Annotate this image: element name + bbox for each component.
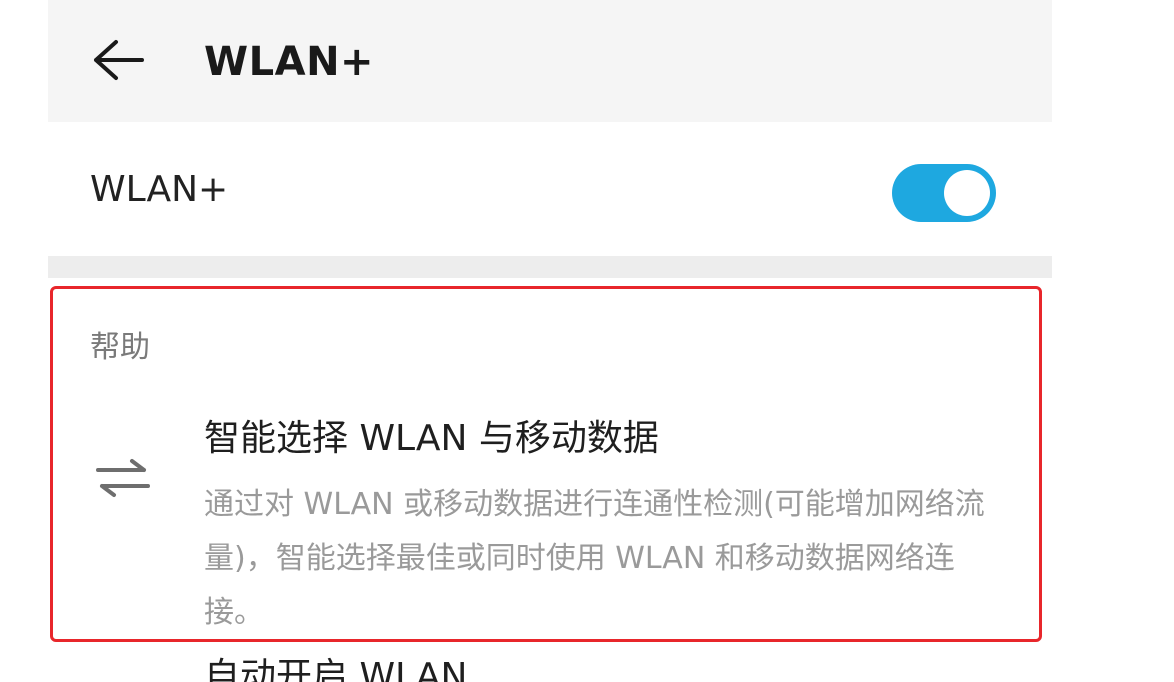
smart-select-help-item[interactable]: 智能选择 WLAN 与移动数据 通过对 WLAN 或移动数据进行连通性检测(可能… — [48, 400, 1052, 630]
wlan-plus-switch[interactable] — [892, 164, 996, 222]
swap-arrows-icon — [92, 456, 154, 500]
settings-screen: WLAN+ WLAN+ 帮助 智能选择 WLAN 与移动数据 通过对 WLAN … — [48, 0, 1052, 682]
wlan-plus-label: WLAN+ — [90, 169, 229, 210]
back-button[interactable] — [88, 32, 148, 92]
switch-knob — [944, 170, 990, 216]
app-bar: WLAN+ — [48, 0, 1052, 122]
auto-enable-wlan-item[interactable]: 自动开启 WLAN — [204, 654, 467, 682]
help-section-header: 帮助 — [90, 330, 150, 365]
help-item-description: 通过对 WLAN 或移动数据进行连通性检测(可能增加网络流量)，智能选择最佳或同… — [204, 487, 985, 630]
section-divider — [48, 256, 1052, 278]
help-item-title: 智能选择 WLAN 与移动数据 — [204, 418, 659, 459]
page-title: WLAN+ — [204, 39, 375, 85]
help-section: 帮助 智能选择 WLAN 与移动数据 通过对 WLAN 或移动数据进行连通性检测… — [48, 278, 1052, 682]
arrow-left-icon — [90, 38, 146, 86]
wlan-plus-toggle-row[interactable]: WLAN+ — [48, 122, 1052, 256]
